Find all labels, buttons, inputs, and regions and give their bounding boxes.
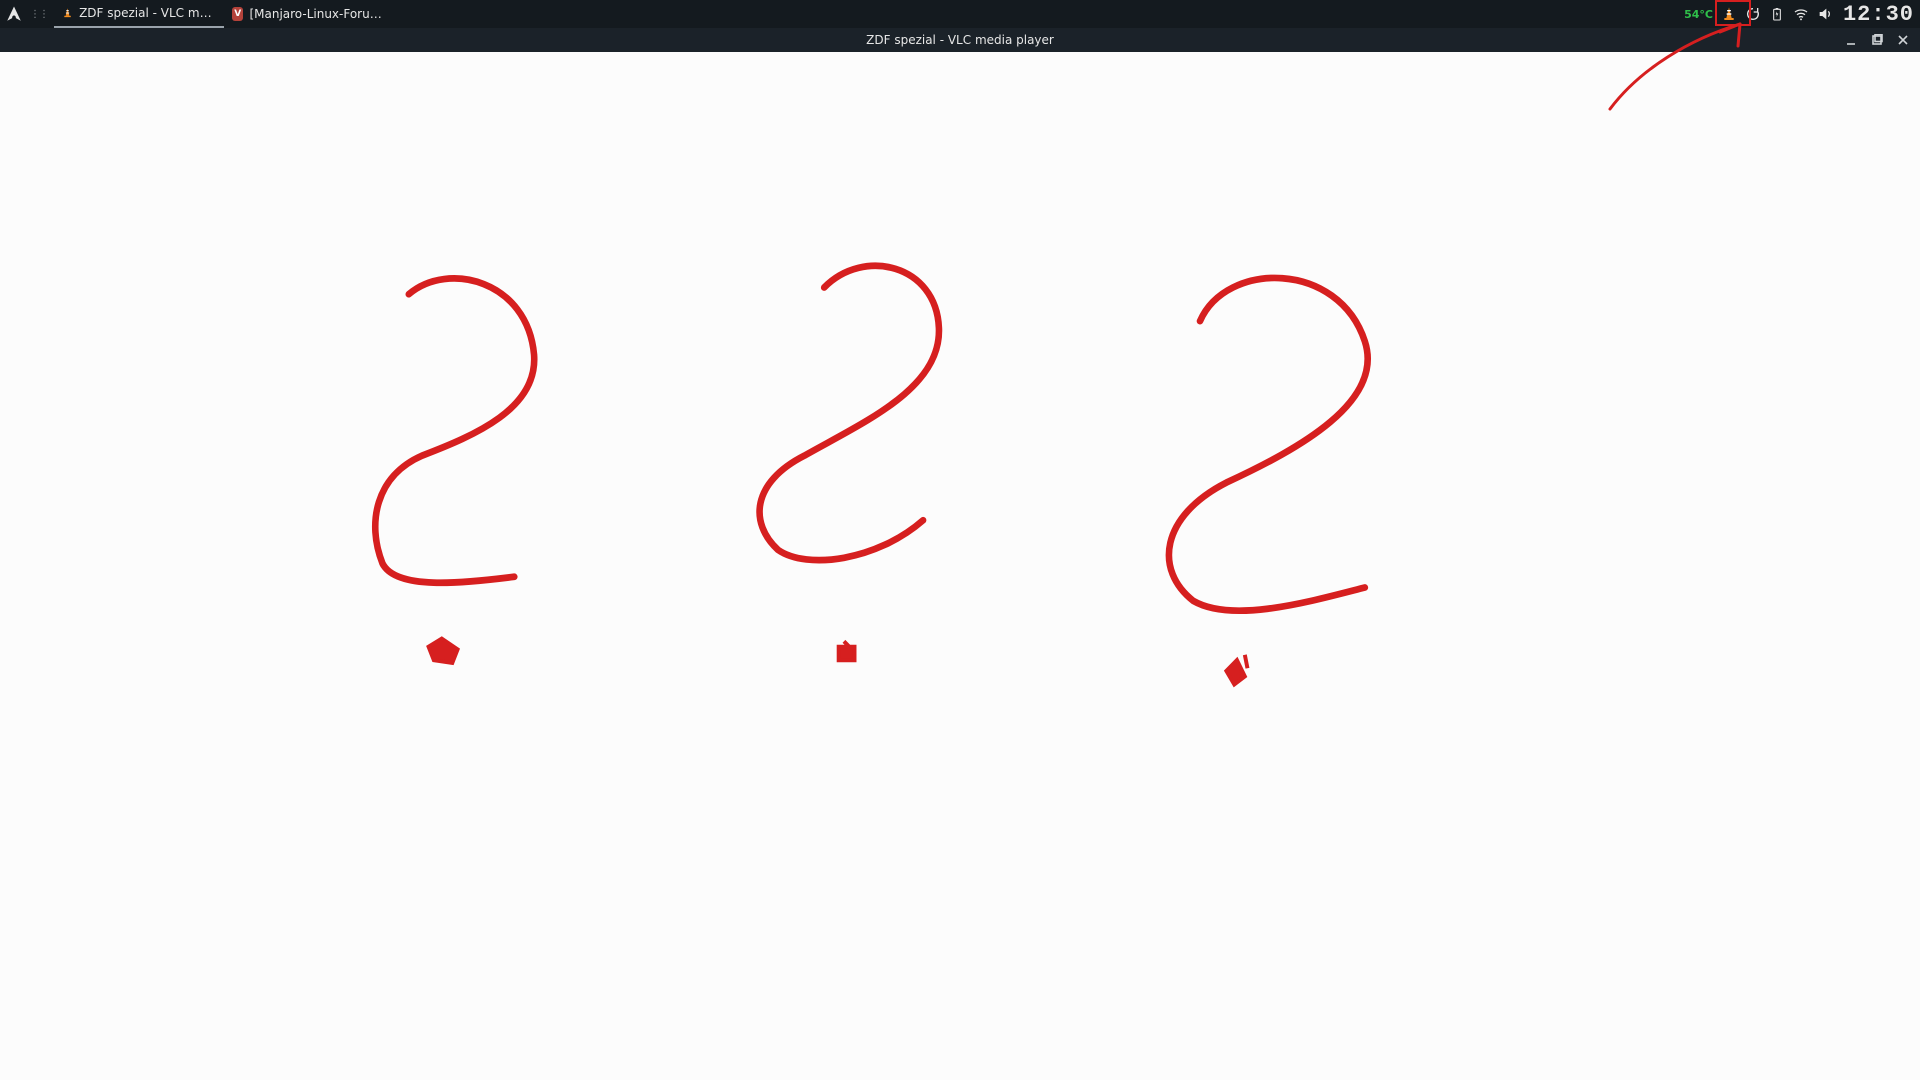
vlc-cone-icon [62, 6, 73, 20]
window-title: ZDF spezial - VLC media player [866, 33, 1054, 47]
taskbar-item-label: ZDF spezial - VLC media pl… [79, 6, 216, 20]
taskbar-item-browser[interactable]: V [Manjaro-Linux-Forum - Ei… [224, 0, 394, 28]
tray-wifi-icon[interactable] [1793, 6, 1809, 22]
start-menu-button[interactable] [4, 4, 24, 24]
system-tray: 54°C 12:30 [1684, 0, 1920, 28]
taskbar-item-vlc[interactable]: ZDF spezial - VLC media pl… [54, 0, 224, 28]
taskbar: ⋮⋮ ZDF spezial - VLC media pl… V [Manjar… [0, 0, 1920, 28]
user-annotations [0, 52, 1920, 1080]
tray-battery-icon[interactable] [1769, 6, 1785, 22]
window-close-button[interactable] [1896, 33, 1910, 47]
temperature-indicator[interactable]: 54°C [1684, 8, 1713, 21]
arch-logo-icon [5, 5, 23, 23]
vlc-cone-icon [1721, 6, 1737, 22]
tray-volume-icon[interactable] [1817, 6, 1833, 22]
window-titlebar[interactable]: ZDF spezial - VLC media player [0, 28, 1920, 52]
taskbar-item-label: [Manjaro-Linux-Forum - Ei… [249, 7, 386, 21]
tray-vlc-icon[interactable] [1721, 6, 1737, 22]
window-maximize-button[interactable] [1870, 33, 1884, 47]
tray-clock[interactable]: 12:30 [1841, 2, 1916, 27]
minimize-icon [1845, 34, 1857, 46]
window-minimize-button[interactable] [1844, 33, 1858, 47]
vivaldi-icon: V [232, 7, 243, 21]
maximize-icon [1871, 34, 1883, 46]
window-controls [1844, 33, 1920, 47]
close-icon [1897, 34, 1909, 46]
menu-dots-icon: ⋮⋮ [30, 9, 48, 20]
video-area[interactable] [0, 52, 1920, 1080]
tray-update-icon[interactable] [1745, 6, 1761, 22]
